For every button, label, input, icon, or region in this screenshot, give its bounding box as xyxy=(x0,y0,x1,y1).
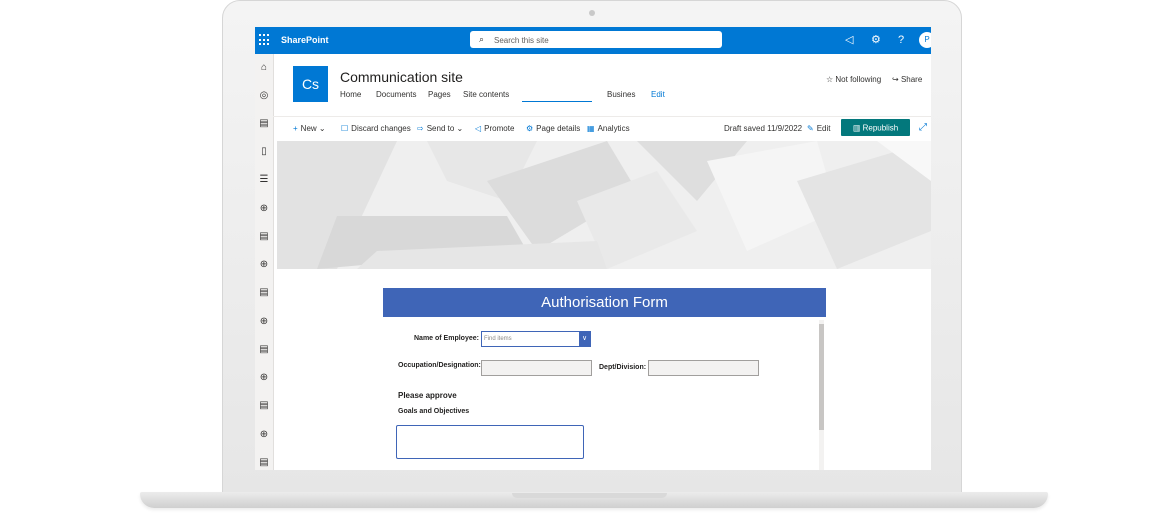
app-launcher-icon[interactable] xyxy=(259,34,271,46)
pencil-icon: ✎ xyxy=(807,124,814,133)
left-rail: ⌂ ◎ ▤ ▯ ☰ ⊕ ▤ ⊕ ▤ ⊕ ▤ ⊕ ▤ ⊕ ▤ xyxy=(255,54,274,470)
send-icon: ⇨ xyxy=(417,124,424,133)
form-scrollbar[interactable] xyxy=(819,320,824,470)
nav-pages[interactable]: Pages xyxy=(428,90,451,99)
promote-button[interactable]: ◁ Promote xyxy=(475,124,514,133)
republish-label: Republish xyxy=(862,123,899,133)
document-icon[interactable]: ▯ xyxy=(258,146,270,158)
add-circle-icon[interactable]: ⊕ xyxy=(258,429,270,441)
scrollbar-thumb[interactable] xyxy=(819,324,824,430)
home-icon[interactable]: ⌂ xyxy=(258,62,270,74)
employee-name-placeholder: Find items xyxy=(484,336,512,342)
search-placeholder: Search this site xyxy=(494,36,549,45)
republish-button[interactable]: ▥ Republish xyxy=(841,119,910,136)
star-icon: ☆ xyxy=(826,75,834,84)
analytics-icon: ▦ xyxy=(587,124,595,133)
chevron-down-icon[interactable]: ∨ xyxy=(579,332,590,346)
news-icon[interactable]: ▤ xyxy=(258,118,270,130)
laptop-base-notch xyxy=(512,493,667,498)
expand-icon[interactable]: ⤢ xyxy=(919,122,927,133)
site-logo[interactable]: Cs xyxy=(293,66,328,102)
help-icon[interactable]: ? xyxy=(898,33,904,47)
discard-changes-button[interactable]: ☐ Discard changes xyxy=(341,124,411,133)
page-details-label: Page details xyxy=(536,124,581,133)
globe-icon[interactable]: ◎ xyxy=(258,90,270,102)
hero-abstract-graphic xyxy=(277,141,931,269)
nav-documents[interactable]: Documents xyxy=(376,90,416,99)
form-header: Authorisation Form xyxy=(383,288,826,317)
add-circle-icon[interactable]: ⊕ xyxy=(258,316,270,328)
news-icon[interactable]: ▤ xyxy=(258,344,270,356)
dept-label: Dept/Division: xyxy=(599,364,647,371)
new-button[interactable]: + New ⌄ xyxy=(293,124,326,133)
send-label: Send to xyxy=(426,124,455,133)
nav-busines[interactable]: Busines xyxy=(607,90,635,99)
promote-label: Promote xyxy=(484,124,515,133)
share-icon: ↪ xyxy=(892,75,899,84)
authorisation-form: Authorisation Form Name of Employee: Fin… xyxy=(383,288,826,470)
add-circle-icon[interactable]: ⊕ xyxy=(258,372,270,384)
sharepoint-brand[interactable]: SharePoint xyxy=(281,35,329,45)
occupation-field[interactable] xyxy=(481,360,592,376)
search-icon: ⌕ xyxy=(479,34,485,44)
nav-home[interactable]: Home xyxy=(340,90,361,99)
add-circle-icon[interactable]: ⊕ xyxy=(258,203,270,215)
news-icon[interactable]: ▤ xyxy=(258,231,270,243)
browser-screen: SharePoint ⌕ Search this site ◁ ⚙ ? P ⌂ … xyxy=(255,27,931,470)
chevron-down-icon: ⌄ xyxy=(318,124,326,133)
megaphone-icon: ◁ xyxy=(475,124,482,133)
edit-label: Edit xyxy=(816,124,831,133)
camera-dot xyxy=(589,10,595,16)
news-icon[interactable]: ▤ xyxy=(258,400,270,412)
nav-edit-link[interactable]: Edit xyxy=(651,90,665,99)
gear-icon: ⚙ xyxy=(526,124,534,133)
discard-icon: ☐ xyxy=(341,124,349,133)
goals-textarea[interactable] xyxy=(396,425,584,459)
discard-label: Discard changes xyxy=(351,124,411,133)
suite-bar: SharePoint ⌕ Search this site ◁ ⚙ ? P xyxy=(255,27,931,54)
draft-status: Draft saved 11/9/2022 xyxy=(724,124,803,133)
page-details-button[interactable]: ⚙ Page details xyxy=(526,124,580,133)
book-icon: ▥ xyxy=(852,123,861,133)
follow-button[interactable]: ☆ Not following xyxy=(826,75,881,84)
megaphone-icon[interactable]: ◁ xyxy=(845,33,853,47)
goals-label: Goals and Objectives xyxy=(398,408,470,415)
share-button[interactable]: ↪ Share xyxy=(892,75,922,84)
add-icon: + xyxy=(293,124,298,133)
command-bar: + New ⌄ ☐ Discard changes ⇨ Send to ⌄ ◁ Prom… xyxy=(273,116,931,141)
analytics-button[interactable]: ▦ Analytics xyxy=(587,124,630,133)
employee-name-dropdown[interactable]: Find items ∨ xyxy=(481,331,591,347)
edit-button[interactable]: ✎ Edit xyxy=(807,124,831,133)
gear-icon[interactable]: ⚙ xyxy=(871,33,881,47)
dept-field[interactable] xyxy=(648,360,759,376)
chevron-down-icon: ⌄ xyxy=(456,124,464,133)
send-to-button[interactable]: ⇨ Send to ⌄ xyxy=(417,124,463,133)
avatar[interactable]: P xyxy=(919,32,931,48)
add-circle-icon[interactable]: ⊕ xyxy=(258,259,270,271)
follow-label: Not following xyxy=(835,75,882,84)
new-label: New xyxy=(300,124,317,133)
search-box[interactable]: ⌕ Search this site xyxy=(470,31,722,48)
employee-name-label: Name of Employee: xyxy=(414,335,479,342)
hero-banner-image xyxy=(277,141,931,269)
news-icon[interactable]: ▤ xyxy=(258,287,270,299)
nav-selected-underline xyxy=(522,101,592,102)
list-icon[interactable]: ☰ xyxy=(258,174,270,186)
please-approve-heading: Please approve xyxy=(398,391,457,400)
analytics-label: Analytics xyxy=(597,124,630,133)
news-icon[interactable]: ▤ xyxy=(258,457,270,469)
occupation-label: Occupation/Designation: xyxy=(398,362,481,369)
nav-site-contents[interactable]: Site contents xyxy=(463,90,509,99)
site-title[interactable]: Communication site xyxy=(340,69,463,85)
share-label: Share xyxy=(900,75,923,84)
